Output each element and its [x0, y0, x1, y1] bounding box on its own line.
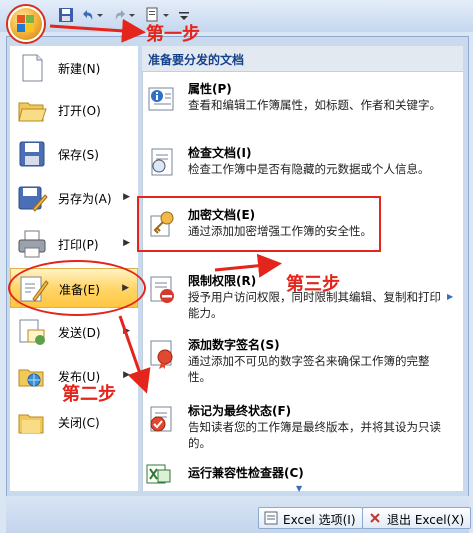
submenu-header: 准备要分发的文档 — [142, 46, 463, 72]
excel-options-button[interactable]: Excel 选项(I) — [258, 507, 363, 529]
step3-box — [137, 196, 381, 252]
submenu-item-desc: 告知读者您的工作簿是最终版本，并将其设为只读的。 — [188, 420, 441, 450]
inspect-document-icon — [146, 146, 180, 180]
menu-item-print[interactable]: 打印(P) ▶ — [10, 224, 138, 264]
open-folder-icon — [16, 94, 48, 126]
menu-item-new[interactable]: 新建(N) — [10, 48, 138, 88]
compatibility-checker-icon — [146, 464, 180, 498]
options-icon — [264, 511, 278, 525]
redo-dropdown-icon[interactable] — [128, 7, 136, 25]
office-logo-icon — [17, 15, 35, 33]
exit-icon — [368, 511, 382, 525]
submenu-item-title: 限制权限(R) — [188, 274, 257, 288]
submenu-item-properties[interactable]: 属性(P) 查看和编辑工作簿属性，如标题、作者和关键字。 — [142, 78, 463, 140]
menu-item-label: 发送(D) — [58, 326, 101, 340]
save-disk-icon — [16, 138, 48, 170]
restrict-permission-icon — [146, 274, 180, 308]
send-icon — [16, 316, 48, 348]
submenu-scroll-down-icon[interactable]: ▼ — [296, 484, 302, 493]
submenu-item-title: 标记为最终状态(F) — [188, 404, 292, 418]
menu-item-save-as[interactable]: 另存为(A) ▶ — [10, 178, 138, 218]
step3-label: 第三步 — [286, 274, 340, 295]
quick-access-toolbar — [0, 0, 473, 32]
save-icon[interactable] — [58, 7, 76, 25]
digital-signature-icon — [146, 338, 180, 372]
menu-item-send[interactable]: 发送(D) ▶ — [10, 312, 138, 352]
submenu-arrow-icon: ▶ — [123, 238, 130, 248]
menu-item-close[interactable]: 关闭(C) — [10, 402, 138, 442]
menu-item-open[interactable]: 打开(O) — [10, 90, 138, 130]
submenu-item-desc: 查看和编辑工作簿属性，如标题、作者和关键字。 — [188, 98, 441, 112]
step2-circle — [8, 260, 146, 316]
submenu-arrow-icon: ▶ — [123, 370, 130, 380]
menu-item-label: 打印(P) — [58, 238, 99, 252]
submenu-item-title: 运行兼容性检查器(C) — [188, 466, 304, 480]
submenu-item-inspect[interactable]: 检查文档(I) 检查工作簿中是否有隐藏的元数据或个人信息。 — [142, 142, 463, 194]
submenu-expand-arrow-icon[interactable]: ▶ — [447, 292, 457, 301]
submenu-arrow-icon: ▶ — [123, 326, 130, 336]
exit-excel-label: 退出 Excel(X) — [387, 513, 465, 527]
office-button[interactable] — [8, 6, 44, 42]
mark-final-icon — [146, 404, 180, 438]
publish-icon — [16, 360, 48, 392]
step2-label: 第二步 — [62, 384, 116, 405]
submenu-item-desc: 通过添加不可见的数字签名来确保工作簿的完整性。 — [188, 354, 430, 384]
menu-item-save[interactable]: 保存(S) — [10, 134, 138, 174]
menu-item-label: 保存(S) — [58, 148, 99, 162]
submenu-item-title: 属性(P) — [188, 82, 232, 96]
menu-item-label: 关闭(C) — [58, 416, 100, 430]
menu-item-label: 另存为(A) — [58, 192, 112, 206]
step1-label: 第一步 — [146, 24, 200, 45]
save-as-icon — [16, 182, 48, 214]
submenu-item-title: 检查文档(I) — [188, 146, 252, 160]
menu-item-label: 打开(O) — [58, 104, 101, 118]
printer-icon — [16, 228, 48, 260]
undo-dropdown-icon[interactable] — [96, 7, 104, 25]
submenu-item-digital-signature[interactable]: 添加数字签名(S) 通过添加不可见的数字签名来确保工作簿的完整性。 — [142, 334, 463, 392]
submenu-item-title: 添加数字签名(S) — [188, 338, 280, 352]
exit-excel-button[interactable]: 退出 Excel(X) — [362, 507, 472, 529]
submenu-item-desc: 检查工作簿中是否有隐藏的元数据或个人信息。 — [188, 162, 430, 176]
properties-icon — [146, 82, 180, 116]
submenu-item-compatibility[interactable]: 运行兼容性检查器(C) — [142, 462, 463, 486]
excel-options-label: Excel 选项(I) — [283, 513, 356, 527]
submenu-item-mark-final[interactable]: 标记为最终状态(F) 告知读者您的工作簿是最终版本，并将其设为只读的。 — [142, 400, 463, 458]
submenu-arrow-icon: ▶ — [123, 192, 130, 202]
menu-item-label: 新建(N) — [58, 62, 101, 76]
new-document-icon — [16, 52, 48, 84]
close-folder-icon — [16, 406, 48, 438]
